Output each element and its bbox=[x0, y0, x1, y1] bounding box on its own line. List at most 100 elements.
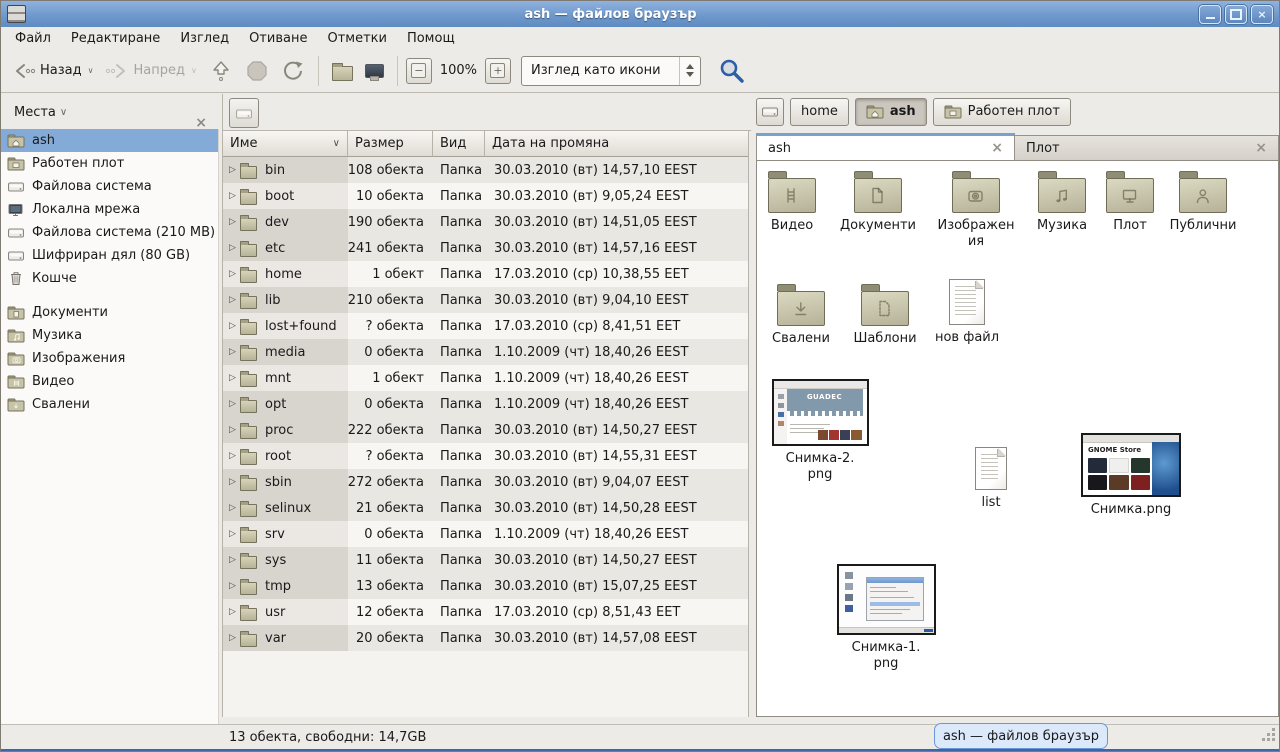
menu-bookmarks[interactable]: Отметки bbox=[317, 29, 396, 48]
expander-icon[interactable]: ▷ bbox=[225, 399, 240, 409]
table-row[interactable]: ▷proc222 обектаПапка30.03.2010 (вт) 14,5… bbox=[223, 417, 748, 443]
file-item-documents[interactable]: Документи bbox=[833, 169, 923, 234]
file-item-public[interactable]: Публични bbox=[1165, 169, 1241, 234]
up-button[interactable] bbox=[204, 55, 238, 87]
tab-close-icon[interactable]: × bbox=[1255, 140, 1267, 156]
sidebar-item-pictures[interactable]: Изображения bbox=[1, 347, 218, 370]
expander-icon[interactable]: ▷ bbox=[225, 477, 240, 487]
maximize-button[interactable] bbox=[1225, 5, 1247, 24]
table-row[interactable]: ▷selinux21 обектаПапка30.03.2010 (вт) 14… bbox=[223, 495, 748, 521]
title-bar[interactable]: ash — файлов браузър × bbox=[1, 1, 1279, 27]
file-item-video[interactable]: Видео bbox=[758, 169, 826, 234]
reload-button[interactable] bbox=[276, 55, 310, 87]
back-button[interactable]: Назад ∨ bbox=[7, 56, 98, 86]
expander-icon[interactable]: ▷ bbox=[225, 425, 240, 435]
search-button[interactable] bbox=[713, 53, 751, 89]
sidebar-item-videos[interactable]: Видео bbox=[1, 370, 218, 393]
table-row[interactable]: ▷sbin272 обектаПапка30.03.2010 (вт) 9,04… bbox=[223, 469, 748, 495]
sidebar-item-filesystem-210mb[interactable]: Файлова система (210 MB) bbox=[1, 221, 218, 244]
table-row[interactable]: ▷usr12 обектаПапка17.03.2010 (ср) 8,51,4… bbox=[223, 599, 748, 625]
column-header-name[interactable]: Име∨ bbox=[223, 131, 348, 157]
file-item-list[interactable]: list bbox=[961, 447, 1021, 511]
expander-icon[interactable]: ▷ bbox=[225, 555, 240, 565]
table-row[interactable]: ▷bin108 обектаПапка30.03.2010 (вт) 14,57… bbox=[223, 157, 748, 183]
file-item-snimka[interactable]: GNOME Store Снимка.png bbox=[1074, 433, 1188, 518]
menu-edit[interactable]: Редактиране bbox=[61, 29, 170, 48]
expander-icon[interactable]: ▷ bbox=[225, 191, 240, 201]
forward-button[interactable]: Напред ∨ bbox=[100, 56, 201, 86]
places-dropdown-icon[interactable]: ∨ bbox=[60, 107, 67, 118]
file-item-snimka1[interactable]: Снимка-1.png bbox=[836, 564, 936, 673]
file-item-desktop[interactable]: Плот bbox=[1097, 169, 1163, 234]
zoom-in-button[interactable]: + bbox=[485, 58, 511, 84]
back-dropdown-icon[interactable]: ∨ bbox=[88, 66, 94, 75]
column-header-date[interactable]: Дата на промяна bbox=[485, 131, 749, 157]
path-home-button[interactable]: home bbox=[790, 98, 849, 126]
sidebar-item-documents[interactable]: Документи bbox=[1, 301, 218, 324]
sidebar-item-encrypted-80gb[interactable]: Шифриран дял (80 GB) bbox=[1, 244, 218, 267]
expander-icon[interactable]: ▷ bbox=[225, 581, 240, 591]
table-row[interactable]: ▷media0 обектаПапка1.10.2009 (чт) 18,40,… bbox=[223, 339, 748, 365]
table-row[interactable]: ▷lost+found? обектаПапка17.03.2010 (ср) … bbox=[223, 313, 748, 339]
expander-icon[interactable]: ▷ bbox=[225, 633, 240, 643]
table-row[interactable]: ▷srv0 обектаПапка1.10.2009 (чт) 18,40,26… bbox=[223, 521, 748, 547]
expander-icon[interactable]: ▷ bbox=[225, 217, 240, 227]
sidebar-item-desktop[interactable]: Работен плот bbox=[1, 152, 218, 175]
sidebar-item-downloads[interactable]: Свалени bbox=[1, 393, 218, 416]
sidebar-item-trash[interactable]: Кошче bbox=[1, 267, 218, 290]
expander-icon[interactable]: ▷ bbox=[225, 347, 240, 357]
expander-icon[interactable]: ▷ bbox=[225, 529, 240, 539]
sidebar-item-music[interactable]: Музика bbox=[1, 324, 218, 347]
menu-go[interactable]: Отиване bbox=[239, 29, 317, 48]
file-item-templates[interactable]: Шаблони bbox=[849, 282, 921, 347]
file-item-downloads[interactable]: Свалени bbox=[765, 282, 837, 347]
resize-grip[interactable] bbox=[1272, 738, 1275, 741]
table-row[interactable]: ▷boot10 обектаПапка30.03.2010 (вт) 9,05,… bbox=[223, 183, 748, 209]
root-location-button[interactable] bbox=[229, 98, 259, 128]
expander-icon[interactable]: ▷ bbox=[225, 295, 240, 305]
table-row[interactable]: ▷var20 обектаПапка30.03.2010 (вт) 14,57,… bbox=[223, 625, 748, 651]
table-row[interactable]: ▷root? обектаПапка30.03.2010 (вт) 14,55,… bbox=[223, 443, 748, 469]
expander-icon[interactable]: ▷ bbox=[225, 373, 240, 383]
menu-help[interactable]: Помощ bbox=[397, 29, 465, 48]
expander-icon[interactable]: ▷ bbox=[225, 165, 240, 175]
menu-view[interactable]: Изглед bbox=[170, 29, 239, 48]
column-header-size[interactable]: Размер bbox=[348, 131, 433, 157]
table-row[interactable]: ▷home1 обектПапка17.03.2010 (ср) 10,38,5… bbox=[223, 261, 748, 287]
table-row[interactable]: ▷dev190 обектаПапка30.03.2010 (вт) 14,51… bbox=[223, 209, 748, 235]
computer-button[interactable] bbox=[360, 60, 389, 82]
table-row[interactable]: ▷etc241 обектаПапка30.03.2010 (вт) 14,57… bbox=[223, 235, 748, 261]
menu-file[interactable]: Файл bbox=[5, 29, 61, 48]
sidebar-item-filesystem[interactable]: Файлова система bbox=[1, 175, 218, 198]
file-item-pictures[interactable]: Изображения bbox=[934, 169, 1018, 251]
minimize-button[interactable] bbox=[1199, 5, 1221, 24]
tab-plot[interactable]: Плот × bbox=[1015, 135, 1279, 161]
path-desktop-button[interactable]: Работен плот bbox=[933, 98, 1071, 126]
file-item-music[interactable]: Музика bbox=[1028, 169, 1096, 234]
file-item-new-file[interactable]: нов файл bbox=[929, 279, 1005, 346]
table-row[interactable]: ▷lib210 обектаПапка30.03.2010 (вт) 9,04,… bbox=[223, 287, 748, 313]
path-root-button[interactable] bbox=[756, 98, 784, 126]
places-header[interactable]: Места ∨ × bbox=[1, 97, 219, 127]
column-header-type[interactable]: Вид bbox=[433, 131, 485, 157]
path-ash-button[interactable]: ash bbox=[855, 98, 927, 126]
sidebar-item-network[interactable]: Локална мрежа bbox=[1, 198, 218, 221]
zoom-out-button[interactable]: − bbox=[406, 58, 432, 84]
table-row[interactable]: ▷opt0 обектаПапка1.10.2009 (чт) 18,40,26… bbox=[223, 391, 748, 417]
expander-icon[interactable]: ▷ bbox=[225, 607, 240, 617]
view-mode-select[interactable]: Изглед като икони bbox=[521, 56, 701, 86]
file-item-snimka2[interactable]: GUADEC Снимка-2.png bbox=[770, 379, 870, 484]
close-button[interactable]: × bbox=[1251, 5, 1273, 24]
expander-icon[interactable]: ▷ bbox=[225, 451, 240, 461]
sidebar-item-ash[interactable]: ash bbox=[1, 129, 218, 152]
tab-close-icon[interactable]: × bbox=[991, 140, 1003, 156]
expander-icon[interactable]: ▷ bbox=[225, 503, 240, 513]
expander-icon[interactable]: ▷ bbox=[225, 269, 240, 279]
tab-ash[interactable]: ash × bbox=[756, 133, 1015, 161]
table-row[interactable]: ▷sys11 обектаПапка30.03.2010 (вт) 14,50,… bbox=[223, 547, 748, 573]
expander-icon[interactable]: ▷ bbox=[225, 243, 240, 253]
home-button[interactable] bbox=[327, 57, 358, 85]
combo-spinner-icon[interactable] bbox=[679, 57, 700, 85]
expander-icon[interactable]: ▷ bbox=[225, 321, 240, 331]
table-row[interactable]: ▷tmp13 обектаПапка30.03.2010 (вт) 15,07,… bbox=[223, 573, 748, 599]
